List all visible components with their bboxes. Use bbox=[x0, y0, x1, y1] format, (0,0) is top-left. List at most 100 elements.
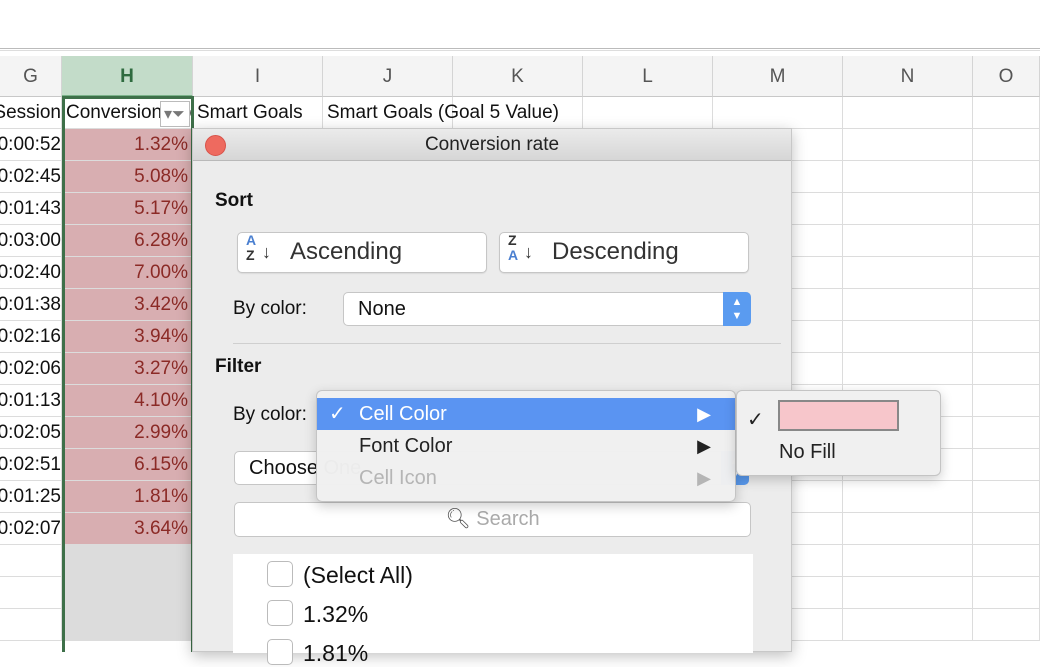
cell[interactable]: 0:01:25 bbox=[0, 481, 62, 513]
submenu-arrow-icon: ▶ bbox=[697, 468, 711, 488]
list-item[interactable]: 1.81% bbox=[267, 639, 368, 667]
search-icon: 🔍︎ bbox=[445, 508, 471, 530]
column-selection bbox=[62, 96, 194, 652]
cell[interactable]: 0:01:38 bbox=[0, 289, 62, 321]
header-cell[interactable] bbox=[453, 97, 583, 129]
arrow-down-icon: ↓ bbox=[524, 242, 533, 262]
color-type-menu: ✓ Cell Color ▶ Font Color ▶ Cell Icon ▶ bbox=[316, 390, 736, 502]
cell[interactable] bbox=[843, 545, 973, 577]
color-swatch-pink[interactable] bbox=[778, 400, 899, 431]
cell[interactable] bbox=[843, 513, 973, 545]
cell[interactable] bbox=[843, 321, 973, 353]
cell[interactable]: 0:02:40 bbox=[0, 257, 62, 289]
header-cell[interactable] bbox=[583, 97, 713, 129]
list-item-label: 1.32% bbox=[303, 601, 369, 627]
sort-descending-button[interactable]: ZA ↓ Descending bbox=[499, 232, 749, 273]
checkbox[interactable] bbox=[267, 600, 293, 626]
cell[interactable] bbox=[843, 609, 973, 641]
filter-heading: Filter bbox=[215, 356, 262, 377]
cell[interactable] bbox=[973, 161, 1040, 193]
close-button[interactable] bbox=[205, 135, 226, 156]
cell[interactable]: 0:00:52 bbox=[0, 129, 62, 161]
cell[interactable]: 0:02:16 bbox=[0, 321, 62, 353]
submenu-arrow-icon: ▶ bbox=[697, 436, 711, 456]
cell[interactable] bbox=[973, 353, 1040, 385]
cell[interactable] bbox=[843, 289, 973, 321]
cell[interactable] bbox=[0, 577, 62, 609]
cell[interactable]: 0:02:06 bbox=[0, 353, 62, 385]
header-cell[interactable] bbox=[973, 97, 1040, 129]
cell[interactable] bbox=[973, 449, 1040, 481]
sort-za-icon: ZA bbox=[508, 232, 519, 263]
cell[interactable] bbox=[973, 225, 1040, 257]
column-header-l[interactable]: L bbox=[583, 56, 713, 97]
cell[interactable] bbox=[843, 353, 973, 385]
list-item[interactable]: (Select All) bbox=[267, 561, 413, 589]
cell[interactable] bbox=[843, 193, 973, 225]
list-item-label: (Select All) bbox=[303, 562, 413, 588]
cell[interactable] bbox=[843, 225, 973, 257]
header-cell[interactable]: Smart Goals (Goal 5 Value) bbox=[323, 97, 559, 129]
filter-by-color-label: By color: bbox=[233, 404, 307, 425]
column-header-n[interactable]: N bbox=[843, 56, 973, 97]
cell[interactable] bbox=[973, 513, 1040, 545]
menu-item-font-color[interactable]: Font Color ▶ bbox=[317, 430, 735, 462]
cell[interactable] bbox=[973, 609, 1040, 641]
cell[interactable]: 0:01:43 bbox=[0, 193, 62, 225]
sort-ascending-button[interactable]: AZ ↓ Ascending bbox=[237, 232, 487, 273]
cell[interactable] bbox=[973, 129, 1040, 161]
dialog-title: Conversion rate bbox=[193, 129, 791, 161]
cell[interactable] bbox=[973, 417, 1040, 449]
sort-by-color-select[interactable]: None ▲ ▼ bbox=[343, 292, 751, 326]
sort-by-color-value: None bbox=[358, 298, 406, 320]
cell[interactable] bbox=[843, 161, 973, 193]
column-header-k[interactable]: K bbox=[453, 56, 583, 97]
cell[interactable] bbox=[973, 321, 1040, 353]
cell[interactable]: 0:02:51 bbox=[0, 449, 62, 481]
cell[interactable] bbox=[973, 481, 1040, 513]
descending-label: Descending bbox=[552, 238, 679, 265]
column-header-j[interactable]: J bbox=[323, 56, 453, 97]
cell[interactable]: 0:02:07 bbox=[0, 513, 62, 545]
column-header-h[interactable]: H bbox=[62, 56, 193, 97]
cell[interactable]: 0:01:13 bbox=[0, 385, 62, 417]
ascending-label: Ascending bbox=[290, 238, 403, 265]
checkbox[interactable] bbox=[267, 639, 293, 665]
menu-item-cell-color[interactable]: ✓ Cell Color ▶ bbox=[317, 398, 735, 430]
cell[interactable] bbox=[843, 129, 973, 161]
submenu-arrow-icon: ▶ bbox=[697, 404, 711, 424]
cell[interactable] bbox=[973, 385, 1040, 417]
cell[interactable] bbox=[973, 257, 1040, 289]
no-fill-option[interactable]: No Fill bbox=[779, 441, 836, 464]
cell[interactable]: 0:02:05 bbox=[0, 417, 62, 449]
cell[interactable] bbox=[843, 577, 973, 609]
header-cell[interactable]: Session bbox=[0, 97, 62, 129]
column-header-m[interactable]: M bbox=[713, 56, 843, 97]
cell[interactable] bbox=[843, 481, 973, 513]
cell[interactable] bbox=[843, 257, 973, 289]
cell[interactable] bbox=[973, 289, 1040, 321]
cell[interactable] bbox=[0, 545, 62, 577]
cell[interactable] bbox=[973, 193, 1040, 225]
menu-item-label: Cell Icon bbox=[359, 467, 437, 489]
cell[interactable] bbox=[0, 609, 62, 641]
sort-az-icon: AZ bbox=[246, 232, 257, 263]
checkbox[interactable] bbox=[267, 561, 293, 587]
list-item-label: 1.81% bbox=[303, 640, 369, 666]
column-header-i[interactable]: I bbox=[193, 56, 323, 97]
menu-item-cell-icon: Cell Icon ▶ bbox=[317, 462, 735, 494]
column-header-o[interactable]: O bbox=[973, 56, 1040, 97]
header-cell[interactable] bbox=[843, 97, 973, 129]
column-header-g[interactable]: G bbox=[0, 56, 62, 97]
header-cell[interactable] bbox=[713, 97, 843, 129]
filter-dropdown-button[interactable]: ▾⏷ bbox=[160, 101, 190, 127]
header-cell[interactable]: Smart Goals bbox=[193, 97, 323, 129]
value-list: (Select All) 1.32% 1.81% bbox=[233, 554, 753, 666]
cell[interactable]: 0:02:45 bbox=[0, 161, 62, 193]
cell[interactable] bbox=[973, 577, 1040, 609]
cell[interactable] bbox=[973, 545, 1040, 577]
cell[interactable]: 0:03:00 bbox=[0, 225, 62, 257]
list-item[interactable]: 1.32% bbox=[267, 600, 368, 628]
search-input[interactable]: 🔍︎ Search bbox=[234, 502, 751, 537]
chevron-updown-icon: ▲▼ bbox=[723, 292, 751, 326]
